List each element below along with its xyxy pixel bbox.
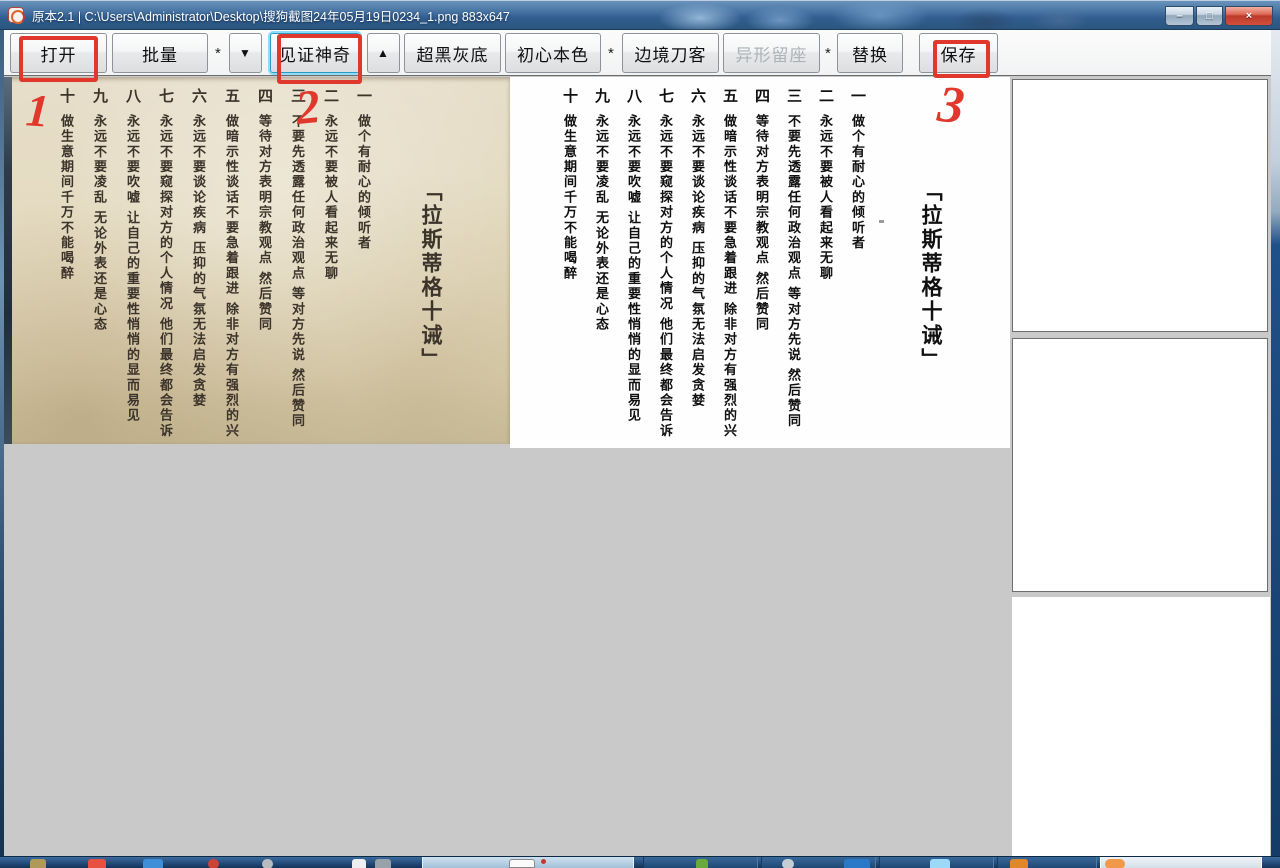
maximize-icon: □ [1206, 10, 1213, 22]
commandment-column: 四等待对方表明宗教观点 然后赞同 [749, 88, 772, 440]
commandment-column: 八永远不要吹嘘 让自己的重要性悄悄的显而易见 [621, 88, 644, 440]
taskbar-icon[interactable] [262, 859, 273, 868]
taskbar-icon[interactable] [30, 859, 46, 868]
taskbar-icon [930, 859, 950, 868]
taskbar-window[interactable] [997, 857, 1097, 868]
commandment-column: 二永远不要被人看起来无聊 [318, 88, 341, 440]
commandment-column: 五做暗示性谈话不要急着跟进 除非对方有强烈的兴趣 [219, 88, 242, 440]
taskbar-icon [1010, 859, 1028, 868]
toolbar-separator: * [215, 45, 221, 62]
commandment-column: 九永远不要凌乱 无论外表还是心态 [589, 88, 612, 440]
original-color-button[interactable]: 初心本色 [505, 33, 601, 73]
window-border-right [1271, 30, 1280, 856]
super-black-gray-button[interactable]: 超黑灰底 [404, 33, 501, 73]
commandment-column: 十做生意期间千万不能喝醉 [54, 88, 77, 440]
batch-button[interactable]: 批量 [112, 33, 208, 73]
taskbar-window-active[interactable] [422, 857, 634, 868]
taskbar-icon [782, 859, 794, 868]
annotation-rect-save [933, 40, 990, 78]
window-title: 原本2.1 | C:\Users\Administrator\Desktop\搜… [32, 6, 510, 25]
commandment-column: 七永远不要窥探对方的个人情况 他们最终都会告诉你 [153, 88, 176, 440]
commandment-column: 三不要先透露任何政治观点 等对方先说 然后赞同 [781, 88, 804, 440]
annotation-rect-open [19, 36, 98, 82]
taskbar-icon [844, 859, 870, 868]
taskbar-window[interactable] [1100, 857, 1262, 868]
app-icon [8, 7, 24, 23]
taskbar-window[interactable] [879, 857, 994, 868]
taskbar-icon [696, 859, 708, 868]
preview-panel-1[interactable] [1012, 79, 1268, 332]
dropdown-up-button[interactable]: ▲ [367, 33, 400, 73]
commandment-column: 十做生意期间千万不能喝醉 [557, 88, 580, 440]
toolbar: 打开 批量 * ▼ 见证神奇 ▲ 超黑灰底 初心本色 * 边境刀客 异形留座 *… [4, 30, 1271, 76]
toolbar-separator: * [608, 45, 614, 62]
poster-title: 「拉斯蒂格十诫」 [416, 180, 446, 372]
commandment-column: 三不要先透露任何政治观点 等对方先说 然后赞同 [285, 88, 308, 440]
dropdown-down-button[interactable]: ▼ [229, 33, 262, 73]
taskbar-icon[interactable] [375, 859, 391, 868]
commandment-column: 七永远不要窥探对方的个人情况 他们最终都会告诉你 [653, 88, 676, 440]
minimize-button[interactable]: – [1165, 6, 1194, 26]
toolbar-separator: * [825, 45, 831, 62]
commandment-column: 四等待对方表明宗教观点 然后赞同 [252, 88, 275, 440]
annotation-step-3: 3 [935, 79, 966, 133]
commandment-column: 一做个有耐心的倾听者 [845, 88, 868, 440]
taskbar-window[interactable] [761, 857, 876, 868]
taskbar-window[interactable] [643, 857, 758, 868]
maximize-button[interactable]: □ [1196, 6, 1223, 26]
taskbar-icon [1105, 859, 1125, 868]
taskbar-preview-icon [509, 859, 535, 868]
replace-button[interactable]: 替换 [837, 33, 903, 73]
commandment-column: 一做个有耐心的倾听者 [351, 88, 374, 440]
commandment-column: 二永远不要被人看起来无聊 [813, 88, 836, 440]
taskbar-icon[interactable] [352, 859, 366, 868]
annotation-step-1: 1 [24, 87, 50, 134]
close-button[interactable]: × [1225, 6, 1273, 26]
border-knife-button[interactable]: 边境刀客 [622, 33, 719, 73]
annotation-step-2: 2 [294, 83, 323, 133]
minimize-icon: – [1176, 10, 1182, 22]
processed-image[interactable]: 「拉斯蒂格十诫」 一做个有耐心的倾听者 二永远不要被人看起来无聊 三不要先透露任… [510, 77, 1010, 448]
poster-title: 「拉斯蒂格十诫」 [916, 180, 946, 372]
taskbar-icon[interactable] [208, 859, 219, 868]
commandment-column: 九永远不要凌乱 无论外表还是心态 [87, 88, 110, 440]
annotation-rect-witness-magic [277, 34, 362, 84]
preview-panel-3[interactable] [1012, 597, 1270, 856]
image-speck [879, 220, 884, 223]
original-image[interactable]: 「拉斯蒂格十诫」 一做个有耐心的倾听者 二永远不要被人看起来无聊 三不要先透露任… [4, 77, 510, 444]
commandment-column: 八永远不要吹嘘 让自己的重要性悄悄的显而易见 [120, 88, 143, 440]
taskbar-preview-dot [541, 859, 546, 864]
commandment-column: 六永远不要谈论疾病 压抑的气氛无法启发贪婪 [685, 88, 708, 440]
title-bar: 原本2.1 | C:\Users\Administrator\Desktop\搜… [0, 0, 1280, 30]
commandment-column: 五做暗示性谈话不要急着跟进 除非对方有强烈的兴趣 [717, 88, 740, 440]
taskbar-icon[interactable] [143, 859, 163, 868]
commandment-column: 六永远不要谈论疾病 压抑的气氛无法启发贪婪 [186, 88, 209, 440]
taskbar-icon[interactable] [88, 859, 106, 868]
taskbar[interactable] [0, 856, 1280, 868]
alien-seat-button: 异形留座 [723, 33, 820, 73]
close-icon: × [1246, 10, 1252, 22]
preview-panel-2[interactable] [1012, 338, 1268, 592]
